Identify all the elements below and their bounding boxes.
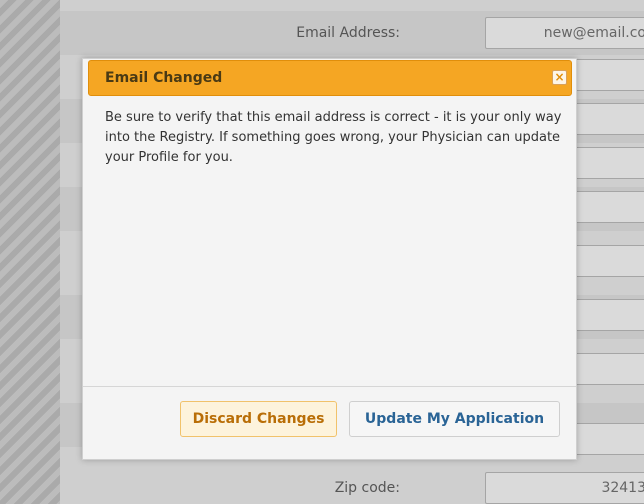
modal-title: Email Changed [105, 70, 223, 86]
zip-input[interactable]: 32413 [485, 472, 644, 504]
modal-message: Be sure to verify that this email addres… [105, 110, 562, 165]
email-input[interactable]: new@email.co [485, 17, 644, 49]
discard-changes-button[interactable]: Discard Changes [180, 401, 337, 437]
email-label: Email Address: [296, 25, 400, 41]
zip-label: Zip code: [334, 480, 400, 496]
modal-divider [83, 386, 576, 387]
modal-titlebar: Email Changed × [88, 60, 572, 96]
update-application-button[interactable]: Update My Application [349, 401, 560, 437]
left-stripe [0, 0, 60, 504]
close-icon[interactable]: × [552, 70, 567, 85]
